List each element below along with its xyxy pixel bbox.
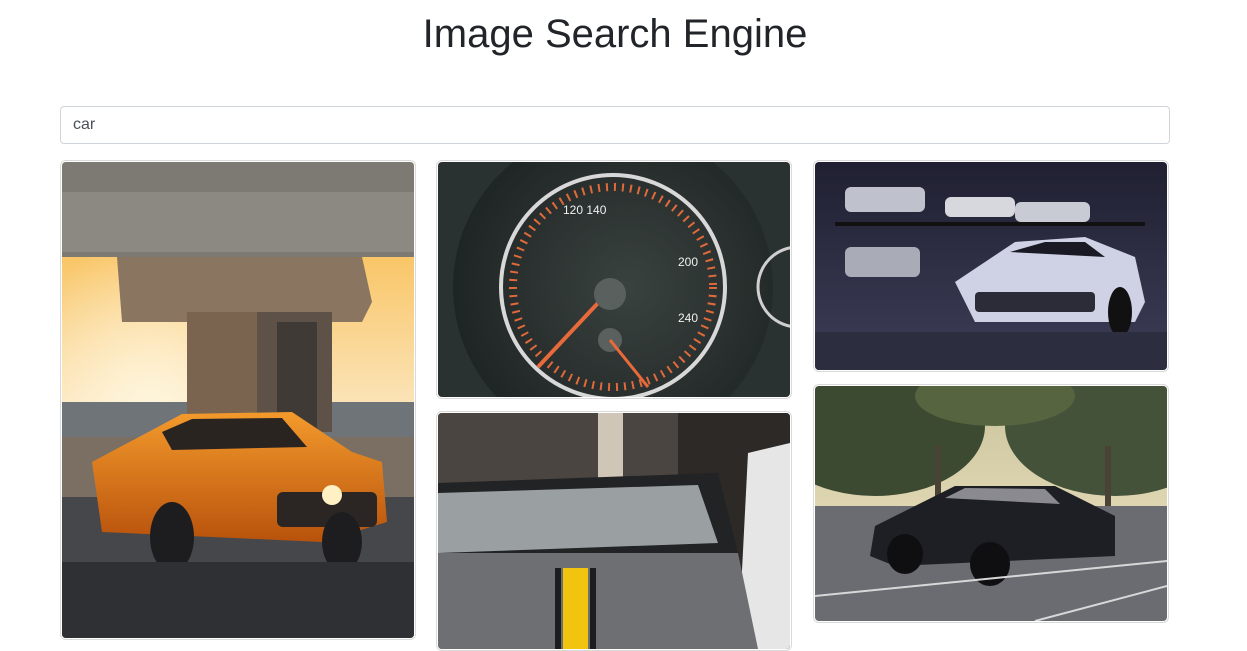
image-result-card[interactable] [436,411,792,651]
white-sports-car-image [815,162,1167,370]
page-title: Image Search Engine [422,12,808,56]
svg-text:200: 200 [678,255,698,269]
image-result-card[interactable] [813,384,1169,623]
svg-text:120 140: 120 140 [563,203,607,217]
image-result-card[interactable] [60,160,416,640]
svg-text:240: 240 [678,311,698,325]
search-input[interactable] [60,106,1170,144]
image-result-card[interactable] [813,160,1169,372]
image-result-card[interactable]: 120 140 200 240 [436,160,792,399]
speedometer-image: 120 140 200 240 [438,162,790,397]
orange-coupe-image [62,162,414,638]
grey-car-image [438,413,790,649]
black-muscle-car-image [815,386,1167,621]
